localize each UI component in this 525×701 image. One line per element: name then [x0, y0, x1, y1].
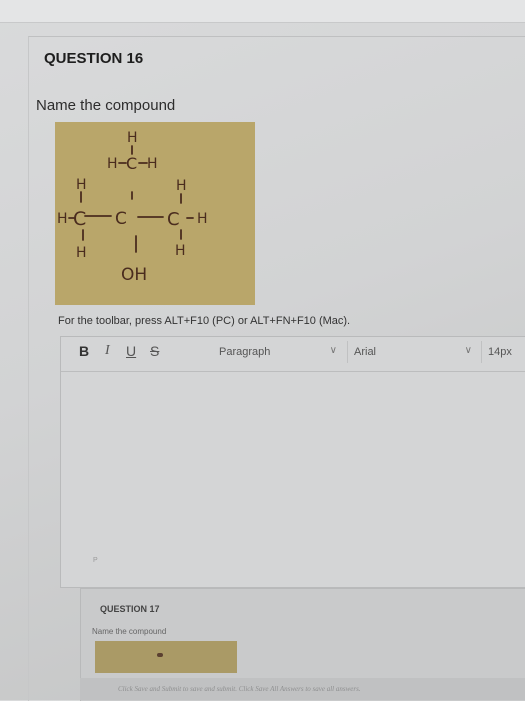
answer-editor[interactable]: B I U S Paragraph ∨ Arial ∨ 14px P [60, 336, 525, 588]
strikethrough-button[interactable]: S [150, 343, 159, 359]
next-question-title: QUESTION 17 [100, 604, 160, 614]
chevron-down-icon: ∨ [329, 345, 337, 356]
atom-h-upper-right: H [147, 156, 158, 172]
atom-h-left-bottom: H [76, 245, 87, 261]
atom-c-left: C [73, 208, 86, 230]
italic-button[interactable]: I [105, 343, 110, 359]
next-question-prompt: Name the compound [92, 627, 167, 636]
path-marker: P [93, 557, 98, 564]
toolbar-hint: For the toolbar, press ALT+F10 (PC) or A… [58, 315, 351, 327]
atom-h-upper-left: H [107, 156, 118, 172]
paragraph-select[interactable]: Paragraph ∨ [213, 341, 341, 363]
atom-h-right-bottom: H [175, 243, 186, 259]
editor-toolbar: B I U S Paragraph ∨ Arial ∨ 14px [61, 337, 525, 372]
submit-instructions: Click Save and Submit to save and submit… [118, 685, 361, 693]
structure-drawing: H H C H H H C C C H H H H OH [57, 130, 208, 285]
atom-h-left: H [57, 211, 68, 227]
atom-h-top: H [127, 130, 138, 146]
atom-c-center: C [115, 209, 127, 229]
atom-c-upper: C [126, 154, 137, 173]
structure-fragment [157, 653, 163, 657]
atom-h-left-top: H [76, 177, 87, 193]
atom-h-right-top: H [176, 178, 187, 194]
structure-image: H H C H H H C C C H H H H OH [55, 122, 255, 305]
chevron-down-icon: ∨ [464, 345, 472, 356]
next-structure-image [95, 641, 237, 673]
font-size-select-label: 14px [488, 346, 512, 358]
bold-button[interactable]: B [79, 343, 89, 359]
atom-c-right: C [167, 209, 180, 230]
font-size-select[interactable]: 14px [481, 341, 525, 363]
atom-oh: OH [121, 265, 147, 285]
font-select-label: Arial [354, 346, 377, 358]
question-prompt: Name the compound [36, 97, 176, 114]
question-title: QUESTION 16 [44, 50, 144, 67]
font-select[interactable]: Arial ∨ [347, 341, 476, 363]
atom-h-right: H [197, 211, 208, 227]
paragraph-select-label: Paragraph [219, 346, 271, 358]
underline-button[interactable]: U [126, 343, 136, 359]
top-bar [0, 0, 525, 23]
